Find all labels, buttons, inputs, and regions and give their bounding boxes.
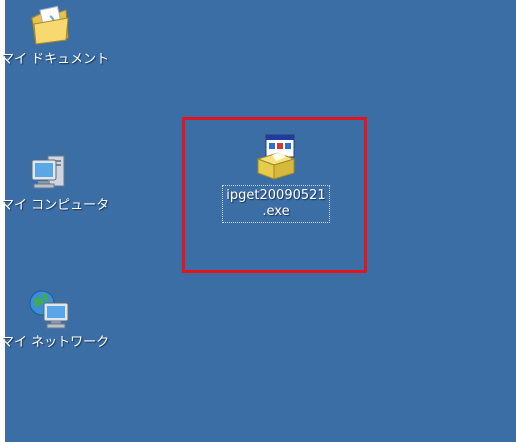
installer-exe-icon (256, 134, 296, 180)
my-computer-icon (31, 155, 65, 189)
my-computer-shortcut[interactable]: マイ コンピュータ (1, 148, 109, 214)
my-documents-label: マイ ドキュメント (0, 52, 110, 67)
my-documents-folder-icon (31, 5, 69, 45)
desktop[interactable]: マイ ドキュメント マイ コンピュータ マイ ネットワーク ipget20090… (1, 0, 516, 442)
exe-filename: ipget20090521 (226, 188, 326, 203)
my-documents-shortcut[interactable]: マイ ドキュメント (1, 2, 109, 68)
exe-file-label: ipget20090521 .exe (222, 185, 330, 223)
my-computer-label: マイ コンピュータ (0, 198, 110, 213)
my-network-icon (29, 290, 69, 329)
exe-extension: .exe (262, 204, 290, 219)
my-network-shortcut[interactable]: マイ ネットワーク (1, 285, 109, 351)
ipget-exe-file[interactable]: ipget20090521 .exe (198, 133, 354, 223)
my-network-label: マイ ネットワーク (0, 335, 110, 350)
